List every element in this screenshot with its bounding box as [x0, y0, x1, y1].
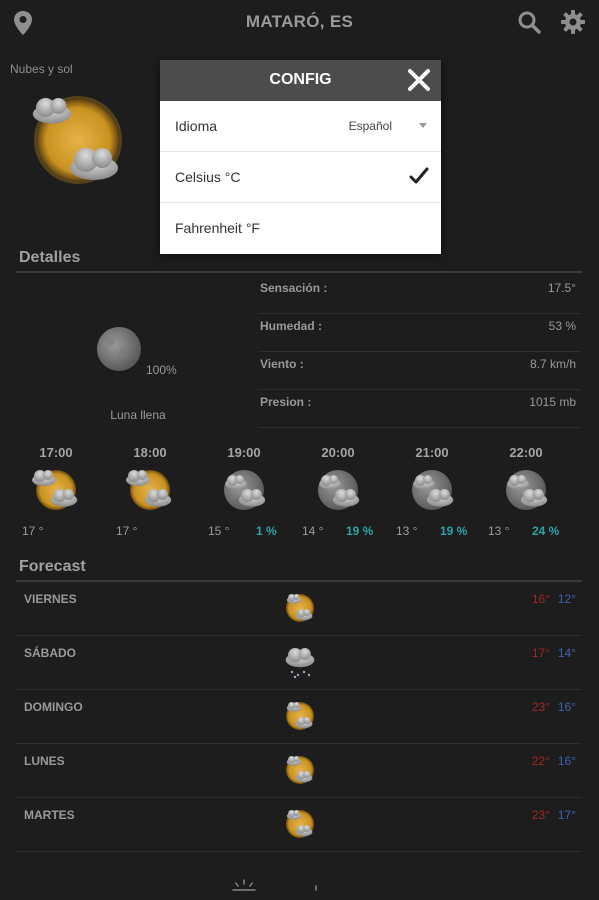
hourly-precip: 1 %: [256, 524, 277, 538]
divider: [16, 271, 582, 273]
hourly-item: 21:00 13 ° 19 %: [392, 445, 472, 538]
hourly-time: 17:00: [39, 445, 73, 460]
hourly-precip: 19 %: [346, 524, 374, 538]
forecast-low: 12°: [557, 592, 576, 606]
detail-value: 8.7 km/h: [529, 357, 576, 371]
hourly-item: 19:00 15 ° 1 %: [204, 445, 284, 538]
detail-value: 1015 mb: [529, 395, 576, 409]
forecast-row: DOMINGO 23° 16°: [16, 690, 582, 744]
forecast-row: LUNES 22° 16°: [16, 744, 582, 798]
forecast-day: SÁBADO: [24, 646, 77, 660]
detail-label: Sensación :: [260, 281, 328, 295]
config-dialog: CONFIG Idioma Español Celsius °C Fahrenh…: [160, 60, 441, 254]
sun-clouds-icon: [124, 466, 176, 514]
hourly-temp: 15 °: [208, 524, 230, 538]
language-label: Idioma: [175, 118, 218, 134]
detail-label: Presion :: [260, 395, 312, 409]
forecast-high: 23°: [531, 700, 550, 714]
sun-clouds-icon: [282, 698, 318, 734]
unit-option-celsius[interactable]: Celsius °C: [160, 152, 441, 203]
checkmark-icon: [409, 166, 429, 189]
hourly-temp: 17 °: [22, 524, 44, 538]
sun-clouds-icon: [282, 752, 318, 788]
forecast-low: 16°: [557, 700, 576, 714]
moon-clouds-icon: [406, 466, 458, 514]
hourly-temp: 13 °: [488, 524, 510, 538]
close-icon[interactable]: [407, 68, 431, 97]
forecast-high: 22°: [531, 754, 550, 768]
hourly-time: 19:00: [227, 445, 261, 460]
moon-illumination: 100%: [146, 363, 177, 377]
config-title: CONFIG: [269, 71, 332, 88]
forecast-row: MARTES 23° 17°: [16, 798, 582, 852]
detail-row-sensacion: Sensación : 17.5°: [258, 276, 580, 314]
hourly-time: 18:00: [133, 445, 167, 460]
hourly-item: 18:00 17 °: [110, 445, 190, 538]
forecast-high: 23°: [531, 808, 550, 822]
language-value[interactable]: Español: [349, 119, 392, 133]
celsius-label: Celsius °C: [175, 169, 241, 185]
forecast-high: 16°: [531, 592, 550, 606]
current-condition-text: Nubes y sol: [10, 62, 73, 76]
sunrise-icon: [230, 878, 330, 900]
forecast-low: 14°: [557, 646, 576, 660]
sun-clouds-icon: [282, 806, 318, 842]
moon-phase: Luna llena: [110, 408, 166, 422]
hourly-precip: 19 %: [440, 524, 468, 538]
top-bar: MATARÓ, ES: [0, 0, 599, 44]
detail-value: 53 %: [548, 319, 576, 333]
detail-label: Viento :: [260, 357, 304, 371]
config-header: CONFIG: [160, 60, 441, 101]
forecast-day: LUNES: [24, 754, 65, 768]
forecast-low: 17°: [557, 808, 576, 822]
hourly-item: 20:00 14 ° 19 %: [298, 445, 378, 538]
city-title: MATARÓ, ES: [245, 12, 354, 31]
detail-label: Humedad :: [260, 319, 323, 333]
sun-clouds-icon: [30, 466, 82, 514]
hourly-item: 22:00 13 ° 24 %: [486, 445, 566, 538]
chevron-down-icon[interactable]: [419, 123, 427, 128]
forecast-day: VIERNES: [24, 592, 77, 606]
moon-clouds-icon: [312, 466, 364, 514]
hourly-temp: 13 °: [396, 524, 418, 538]
hourly-precip: 24 %: [532, 524, 560, 538]
details-heading: Detalles: [19, 249, 81, 266]
language-select[interactable]: Idioma Español: [160, 101, 441, 152]
search-icon[interactable]: [517, 10, 541, 39]
forecast-day: DOMINGO: [24, 700, 83, 714]
hourly-time: 20:00: [321, 445, 355, 460]
sun-clouds-icon: [282, 590, 318, 626]
full-moon-icon: [96, 326, 142, 377]
rain-cloud-icon: [282, 644, 318, 680]
moon-clouds-icon: [218, 466, 270, 514]
hourly-temp: 14 °: [302, 524, 324, 538]
detail-value: 17.5°: [547, 281, 576, 295]
hourly-item: 17:00 17 °: [16, 445, 96, 538]
hourly-time: 21:00: [415, 445, 449, 460]
moon-clouds-icon: [500, 466, 552, 514]
forecast-heading: Forecast: [19, 558, 86, 575]
hourly-time: 22:00: [509, 445, 543, 460]
gear-icon[interactable]: [560, 9, 586, 40]
detail-row-viento: Viento : 8.7 km/h: [258, 352, 580, 390]
detail-row-presion: Presion : 1015 mb: [258, 390, 580, 428]
forecast-day: MARTES: [24, 808, 75, 822]
unit-option-fahrenheit[interactable]: Fahrenheit °F: [160, 203, 441, 254]
hourly-temp: 17 °: [116, 524, 138, 538]
detail-row-humedad: Humedad : 53 %: [258, 314, 580, 352]
sun-clouds-icon: [22, 88, 132, 203]
fahrenheit-label: Fahrenheit °F: [175, 220, 260, 236]
forecast-low: 16°: [557, 754, 576, 768]
forecast-row: VIERNES 16° 12°: [16, 582, 582, 636]
forecast-row: SÁBADO 17° 14°: [16, 636, 582, 690]
forecast-high: 17°: [531, 646, 550, 660]
